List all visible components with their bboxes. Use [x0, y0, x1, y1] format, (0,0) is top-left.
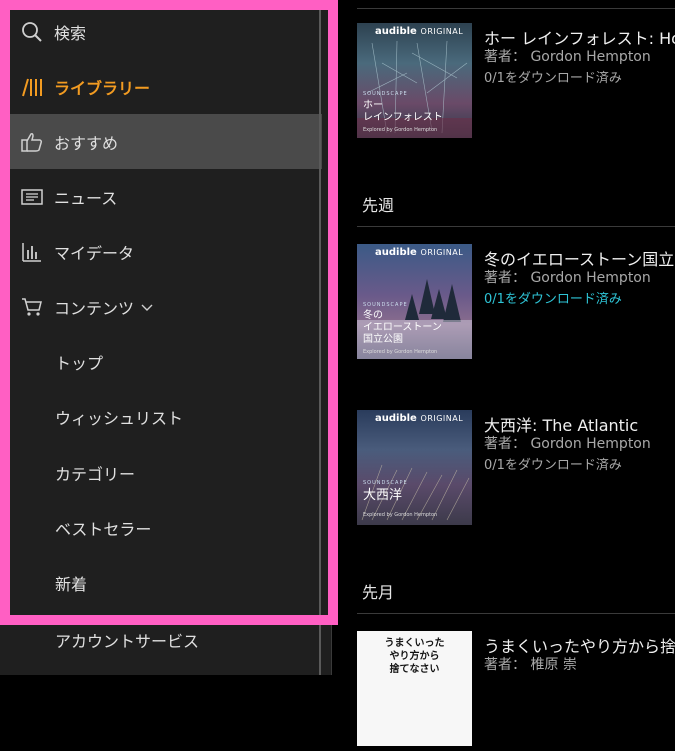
book-cover[interactable]: audible ORIGINAL SOUNDSCAPE ホー レインフォレスト …: [357, 23, 472, 138]
search-icon: [10, 21, 54, 43]
nav-sub-label: ベストセラー: [55, 519, 152, 539]
nav-account-label: アカウントサービス: [55, 631, 200, 651]
library-item[interactable]: うまくいった やり方から 捨てなさい うまくいったやり方から捨てな 著者： 椎原…: [357, 631, 675, 751]
book-cover[interactable]: うまくいった やり方から 捨てなさい: [357, 631, 472, 746]
cover-brand: audible ORIGINAL: [375, 26, 464, 37]
library-item[interactable]: audible ORIGINAL SOUNDSCAPE 大西洋 Explored…: [357, 410, 675, 530]
cover-series: SOUNDSCAPE: [363, 480, 408, 486]
nav-news-label: ニュース: [54, 188, 118, 208]
atlantic-artwork: [361, 464, 470, 521]
library-list: audible ORIGINAL SOUNDSCAPE ホー レインフォレスト …: [345, 0, 675, 746]
section-header: 先週: [362, 196, 395, 215]
library-icon: [10, 76, 54, 98]
bar-chart-icon: [10, 241, 54, 263]
book-author: 著者： 椎原 崇: [484, 657, 577, 673]
cover-series: SOUNDSCAPE: [363, 91, 408, 97]
nav-library-label: ライブラリー: [54, 78, 151, 98]
nav-mydata-label: マイデータ: [54, 243, 135, 263]
book-author: 著者： Gordon Hempton: [484, 49, 651, 65]
book-author: 著者： Gordon Hempton: [484, 436, 651, 452]
section-divider: [357, 613, 675, 614]
news-icon: [10, 187, 54, 207]
cover-title: ホー レインフォレスト: [363, 100, 443, 123]
nav-sub-label: トップ: [55, 353, 104, 373]
cover-title: うまくいった やり方から 捨てなさい: [384, 638, 445, 675]
nav-sub-bestseller[interactable]: ベストセラー: [10, 500, 322, 555]
nav-sub-category[interactable]: カテゴリー: [10, 445, 322, 500]
chevron-down-icon[interactable]: [140, 302, 154, 312]
nav-recommend-label: おすすめ: [54, 133, 119, 153]
nav-search[interactable]: 検索: [10, 4, 322, 59]
library-item[interactable]: audible ORIGINAL SOUNDSCAPE 冬の イエローストーン …: [357, 244, 675, 364]
cover-brand: audible ORIGINAL: [375, 413, 464, 424]
book-cover[interactable]: audible ORIGINAL SOUNDSCAPE 冬の イエローストーン …: [357, 244, 472, 359]
nav-account[interactable]: アカウントサービス: [10, 612, 322, 667]
cover-series: SOUNDSCAPE: [363, 302, 408, 308]
nav-sub-label: 新着: [55, 574, 88, 594]
cover-credit: Explored by Gordon Hempton: [363, 512, 438, 518]
cover-title: 冬の イエローストーン 国立公園: [363, 310, 442, 345]
download-status: 0/1をダウンロード済み: [484, 292, 622, 307]
nav-recommend[interactable]: おすすめ: [10, 114, 322, 169]
thumbs-up-icon: [10, 131, 54, 153]
sidebar: 検索 ライブラリー おすすめ ニュース マイデータ コンテンツ トップ ウィッシ…: [0, 0, 332, 675]
cover-credit: Explored by Gordon Hempton: [363, 127, 438, 133]
cover-credit: Explored by Gordon Hempton: [363, 349, 438, 355]
nav-mydata[interactable]: マイデータ: [10, 224, 322, 279]
download-status: 0/1をダウンロード済み: [484, 458, 622, 473]
section-divider: [357, 8, 675, 9]
section-header: 先月: [362, 583, 395, 602]
nav-contents-label: コンテンツ: [54, 298, 135, 318]
nav-library[interactable]: ライブラリー: [10, 59, 322, 114]
book-cover[interactable]: audible ORIGINAL SOUNDSCAPE 大西洋 Explored…: [357, 410, 472, 525]
cart-icon: [10, 296, 54, 318]
download-status: 0/1をダウンロード済み: [484, 71, 622, 86]
nav-sub-label: ウィッシュリスト: [55, 408, 184, 428]
nav-search-label: 検索: [54, 23, 87, 43]
nav-news[interactable]: ニュース: [10, 169, 322, 224]
book-author: 著者： Gordon Hempton: [484, 270, 651, 286]
nav-sub-label: カテゴリー: [55, 464, 136, 484]
nav-contents[interactable]: コンテンツ: [10, 279, 322, 334]
cover-brand: audible ORIGINAL: [375, 247, 464, 258]
library-item[interactable]: audible ORIGINAL SOUNDSCAPE ホー レインフォレスト …: [357, 23, 675, 143]
nav-sub-top[interactable]: トップ: [10, 334, 322, 389]
sidebar-divider: [319, 0, 321, 675]
section-divider: [357, 226, 675, 227]
cover-title: 大西洋: [363, 488, 403, 503]
nav-sub-wishlist[interactable]: ウィッシュリスト: [10, 389, 322, 444]
nav-sub-new[interactable]: 新着: [10, 555, 322, 610]
